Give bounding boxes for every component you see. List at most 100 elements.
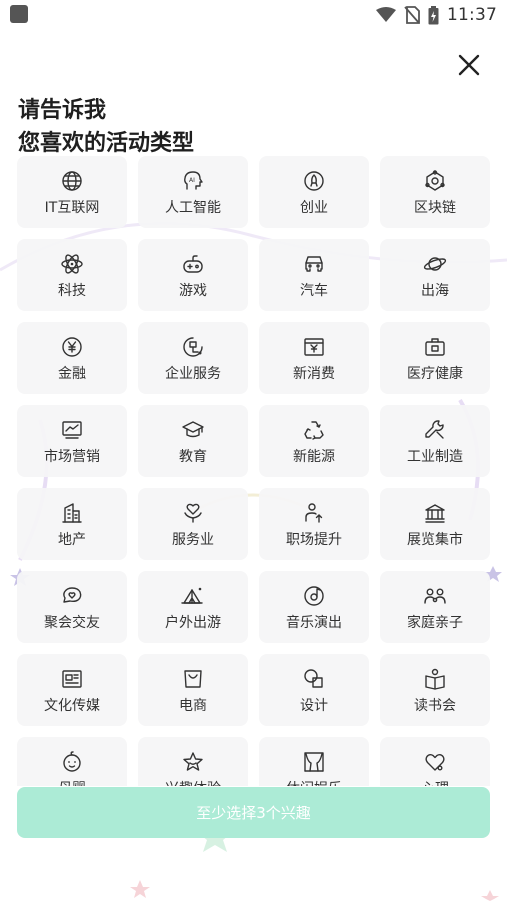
category-tile[interactable]: 金融 xyxy=(17,322,127,394)
status-time: 11:37 xyxy=(447,5,497,25)
category-tile[interactable]: 音乐演出 xyxy=(259,571,369,643)
globe-icon xyxy=(60,169,84,193)
category-tile[interactable]: 兴趣体验 xyxy=(138,737,248,786)
car-icon xyxy=(302,252,326,276)
category-label: 音乐演出 xyxy=(286,614,342,631)
category-grid-viewport[interactable]: IT互联网 AI 人工智能 创业 区块链科技 游戏 汽车 出海金融 企业服务 新消费 医疗健康市场营… xyxy=(0,150,507,786)
category-tile[interactable]: 汽车 xyxy=(259,239,369,311)
confirm-button-label: 至少选择3个兴趣 xyxy=(196,804,311,822)
title-line-2: 您喜欢的活动类型 xyxy=(18,131,195,156)
category-tile[interactable]: 出海 xyxy=(380,239,490,311)
category-tile[interactable]: 电商 xyxy=(138,654,248,726)
status-bar: 11:37 xyxy=(0,0,507,30)
category-label: 市场营销 xyxy=(44,448,100,465)
confirm-button[interactable]: 至少选择3个兴趣 xyxy=(17,787,490,838)
category-label: 区块链 xyxy=(414,199,456,216)
category-label: 设计 xyxy=(300,697,328,714)
category-tile[interactable]: 地产 xyxy=(17,488,127,560)
no-sim-icon xyxy=(404,6,420,24)
category-tile[interactable]: 文化传媒 xyxy=(17,654,127,726)
category-tile[interactable]: 新消费 xyxy=(259,322,369,394)
heart-icon xyxy=(423,750,447,774)
category-tile[interactable]: 新能源 xyxy=(259,405,369,477)
category-tile[interactable]: 读书会 xyxy=(380,654,490,726)
star-icon xyxy=(181,750,205,774)
category-label: 出海 xyxy=(421,282,449,299)
category-label: 聚会交友 xyxy=(44,614,100,631)
atom-icon xyxy=(60,252,84,276)
category-tile[interactable]: 企业服务 xyxy=(138,322,248,394)
category-label: 地产 xyxy=(58,531,86,548)
category-tile[interactable]: 聚会交友 xyxy=(17,571,127,643)
category-label: 心理 xyxy=(421,781,449,787)
category-tile[interactable]: 职场提升 xyxy=(259,488,369,560)
category-tile[interactable]: 设计 xyxy=(259,654,369,726)
category-label: 户外出游 xyxy=(165,614,221,631)
category-tile[interactable]: 区块链 xyxy=(380,156,490,228)
medical-kit-icon xyxy=(423,335,447,359)
gamepad-icon xyxy=(181,252,205,276)
category-tile[interactable]: 户外出游 xyxy=(138,571,248,643)
title-line-1: 请告诉我 xyxy=(18,98,107,123)
category-tile[interactable]: 市场营销 xyxy=(17,405,127,477)
category-label: IT互联网 xyxy=(44,199,100,216)
wifi-icon xyxy=(376,7,396,23)
category-tile[interactable]: 服务业 xyxy=(138,488,248,560)
yen-coin-icon xyxy=(60,335,84,359)
category-label: 汽车 xyxy=(300,282,328,299)
music-disc-icon xyxy=(302,584,326,608)
shopping-bag-icon xyxy=(181,667,205,691)
category-label: 新能源 xyxy=(293,448,335,465)
category-tile[interactable]: IT互联网 xyxy=(17,156,127,228)
category-tile[interactable]: 教育 xyxy=(138,405,248,477)
category-tile[interactable]: 母婴 xyxy=(17,737,127,786)
category-label: 金融 xyxy=(58,365,86,382)
category-label: 新消费 xyxy=(293,365,335,382)
baby-face-icon xyxy=(60,750,84,774)
category-label: 休闲娱乐 xyxy=(286,781,342,787)
category-label: 母婴 xyxy=(58,781,86,787)
category-label: 医疗健康 xyxy=(407,365,463,382)
heart-hand-icon xyxy=(181,501,205,525)
line-chart-icon xyxy=(60,418,84,442)
battery-charging-icon xyxy=(428,5,439,25)
category-tile[interactable]: 家庭亲子 xyxy=(380,571,490,643)
category-tile[interactable]: 医疗健康 xyxy=(380,322,490,394)
category-tile[interactable]: 创业 xyxy=(259,156,369,228)
book-person-icon xyxy=(423,667,447,691)
category-tile[interactable]: AI 人工智能 xyxy=(138,156,248,228)
category-grid: IT互联网 AI 人工智能 创业 区块链科技 游戏 汽车 出海金融 企业服务 新消费 医疗健康市场营… xyxy=(17,156,490,786)
category-label: 工业制造 xyxy=(407,448,463,465)
category-tile[interactable]: 科技 xyxy=(17,239,127,311)
enterprise-icon xyxy=(181,335,205,359)
recycle-icon xyxy=(302,418,326,442)
category-label: 科技 xyxy=(58,282,86,299)
family-icon xyxy=(423,584,447,608)
category-label: 企业服务 xyxy=(165,365,221,382)
app-notification-icon xyxy=(10,5,28,23)
category-label: 游戏 xyxy=(179,282,207,299)
newspaper-icon xyxy=(60,667,84,691)
wrench-icon xyxy=(423,418,447,442)
category-label: 人工智能 xyxy=(165,199,221,216)
chat-heart-icon xyxy=(60,584,84,608)
blockchain-icon xyxy=(423,169,447,193)
page-title: 请告诉我 您喜欢的活动类型 xyxy=(18,94,194,160)
category-tile[interactable]: 工业制造 xyxy=(380,405,490,477)
category-tile[interactable]: 休闲娱乐 xyxy=(259,737,369,786)
tent-icon xyxy=(181,584,205,608)
category-tile[interactable]: 游戏 xyxy=(138,239,248,311)
category-label: 展览集市 xyxy=(407,531,463,548)
close-button[interactable] xyxy=(452,48,486,82)
category-label: 电商 xyxy=(179,697,207,714)
building-icon xyxy=(60,501,84,525)
close-icon xyxy=(458,54,480,76)
category-label: 创业 xyxy=(300,199,328,216)
category-label: 服务业 xyxy=(172,531,214,548)
category-tile[interactable]: 心理 xyxy=(380,737,490,786)
stage-curtain-icon xyxy=(302,750,326,774)
category-label: 教育 xyxy=(179,448,207,465)
category-label: 兴趣体验 xyxy=(165,781,221,787)
category-label: 职场提升 xyxy=(286,531,342,548)
category-tile[interactable]: 展览集市 xyxy=(380,488,490,560)
